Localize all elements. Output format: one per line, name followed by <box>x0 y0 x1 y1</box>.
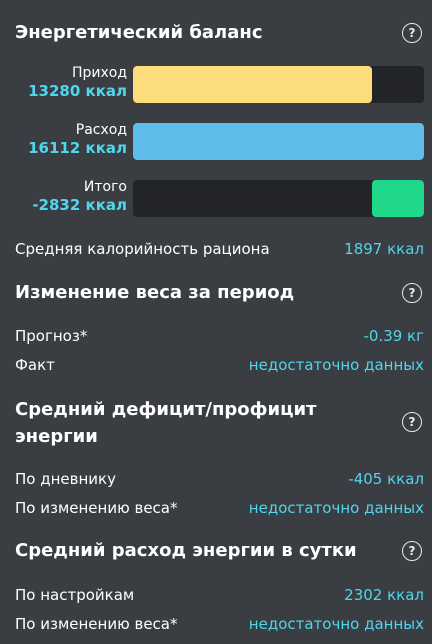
bar-label: Приход 13280 ккал <box>28 64 127 100</box>
bar-track <box>133 123 424 160</box>
bar-fill-income <box>133 66 372 103</box>
bar-track <box>133 66 424 103</box>
help-icon[interactable]: ? <box>402 23 422 43</box>
avg-expense-title: Средний расход энергии в сутки <box>15 540 357 561</box>
bar-name: Расход <box>75 122 127 138</box>
bar-label: Итого -2832 ккал <box>32 178 127 214</box>
bar-row-total: Итого -2832 ккал <box>0 178 432 217</box>
settings-value: 2302 ккал <box>344 586 424 604</box>
diary-label: По дневнику <box>15 470 116 488</box>
settings-label: По настройкам <box>15 586 135 604</box>
expense-weight-value: недостаточно данных <box>248 615 424 633</box>
bar-fill-total <box>371 180 424 217</box>
energy-balance-title: Энергетический баланс <box>15 22 263 43</box>
help-icon[interactable]: ? <box>402 283 422 303</box>
deficit-weight-value: недостаточно данных <box>248 499 424 517</box>
bar-row-expense: Расход 16112 ккал <box>0 121 432 160</box>
deficit-weight-label: По изменению веса* <box>15 499 178 517</box>
forecast-label: Прогноз* <box>15 327 88 345</box>
avg-deficit-title-line2: энергии <box>15 426 98 447</box>
fact-label: Факт <box>15 356 55 374</box>
weight-change-title: Изменение веса за период <box>15 282 295 303</box>
expense-weight-label: По изменению веса* <box>15 615 178 633</box>
forecast-value: -0.39 кг <box>363 327 424 345</box>
avg-calorie-label: Средняя калорийность рациона <box>15 240 270 258</box>
bar-value: 16112 ккал <box>28 139 127 157</box>
energy-panel: Энергетический баланс ? Приход 13280 кка… <box>0 0 432 644</box>
bar-track <box>133 180 424 217</box>
diary-value: -405 ккал <box>348 470 424 488</box>
avg-deficit-title-line1: Средний дефицит/профицит <box>15 399 317 420</box>
help-icon[interactable]: ? <box>402 541 422 561</box>
bar-name: Итого <box>83 179 127 195</box>
bar-value: 13280 ккал <box>28 82 127 100</box>
help-icon[interactable]: ? <box>402 412 422 432</box>
fact-value: недостаточно данных <box>248 356 424 374</box>
avg-calorie-value: 1897 ккал <box>344 240 424 258</box>
bar-value: -2832 ккал <box>32 196 127 214</box>
bar-row-income: Приход 13280 ккал <box>0 64 432 103</box>
bar-label: Расход 16112 ккал <box>28 121 127 157</box>
bar-fill-expense <box>133 123 424 160</box>
bar-name: Приход <box>71 65 127 81</box>
